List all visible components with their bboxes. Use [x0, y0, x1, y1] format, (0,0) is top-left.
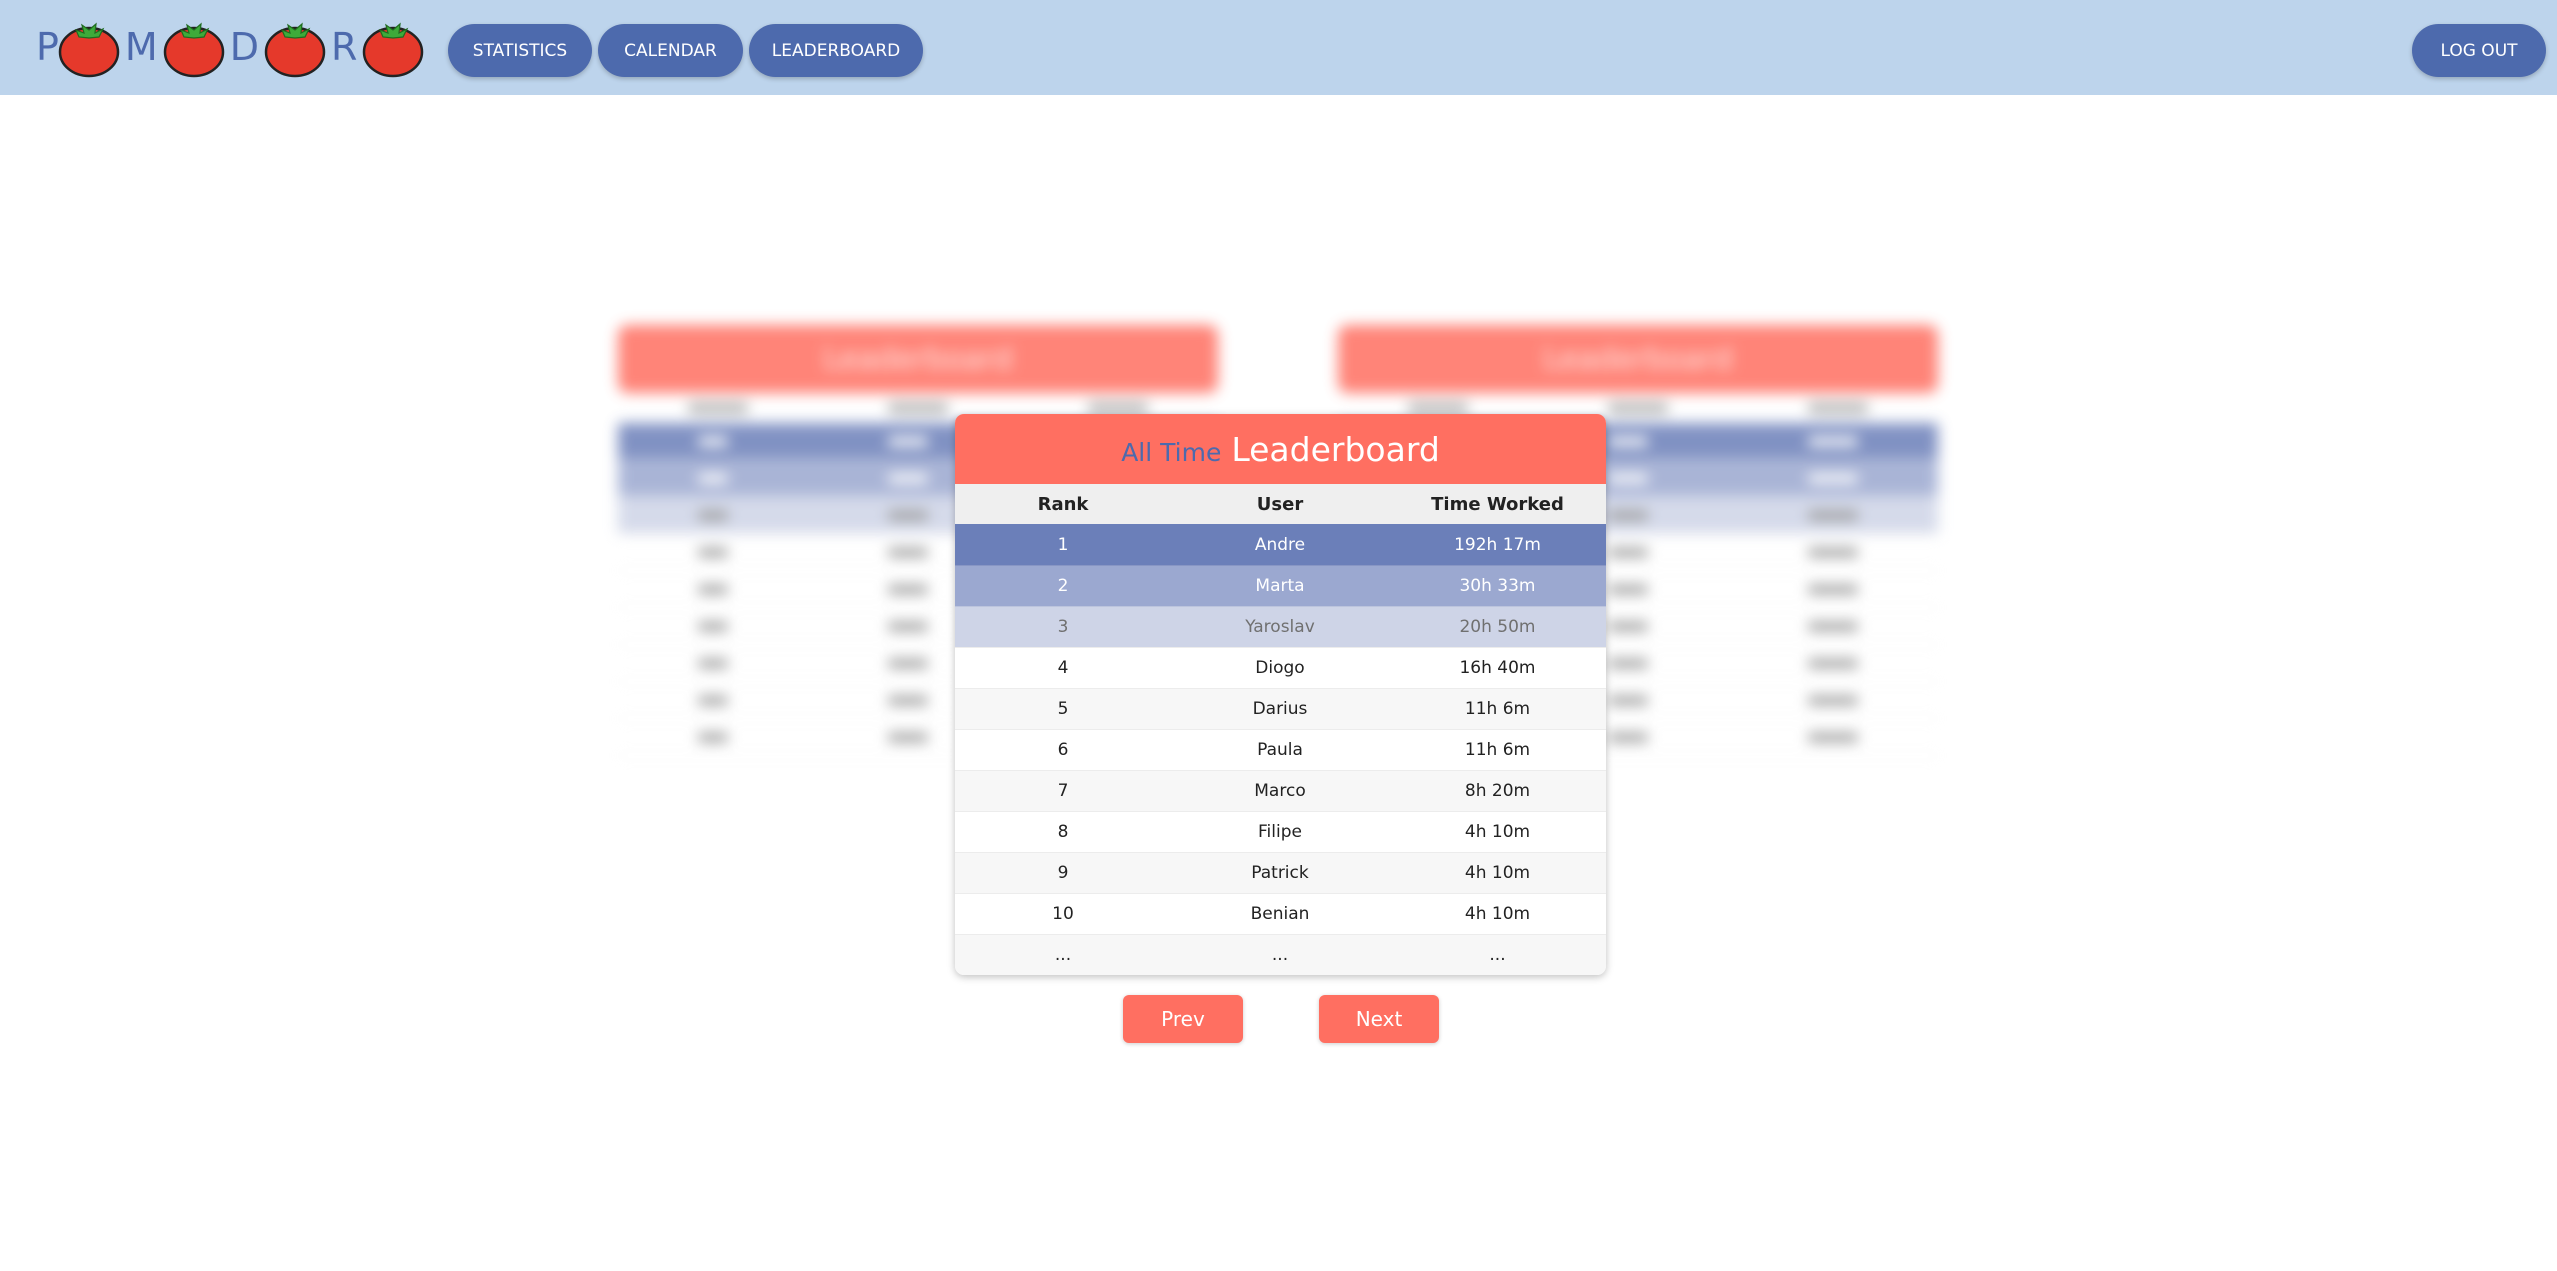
rank-cell: 1 [1057, 534, 1069, 555]
column-header-rank: Rank [1037, 493, 1089, 515]
user-cell: Paula [1257, 740, 1303, 760]
nav-calendar-button[interactable]: CALENDAR [598, 24, 743, 77]
table-row: 8 Filipe 4h 10m [955, 811, 1606, 852]
table-row: 7 Marco 8h 20m [955, 770, 1606, 811]
leaderboard-card: All Time Leaderboard Rank User Time Work… [955, 414, 1606, 975]
tomato-icon [363, 22, 424, 78]
logo-letter-d: D [229, 25, 259, 69]
time-cell: 16h 40m [1459, 658, 1536, 678]
user-cell: Diogo [1255, 658, 1305, 678]
table-row: 3 Yaroslav 20h 50m [955, 606, 1606, 647]
user-cell: Benian [1250, 904, 1310, 924]
table-header-row: Rank User Time Worked [955, 484, 1606, 524]
leaderboard-title: Leaderboard [1231, 429, 1440, 469]
time-cell: 4h 10m [1464, 904, 1531, 924]
ghost-card-title: Leaderboard [618, 325, 1218, 393]
tomato-icon [163, 22, 224, 78]
table-row: 10 Benian 4h 10m [955, 893, 1606, 934]
user-cell: Darius [1252, 699, 1308, 719]
rank-cell: 3 [1057, 617, 1069, 637]
rank-cell: 8 [1057, 822, 1069, 842]
table-row: 1 Andre 192h 17m [955, 524, 1606, 565]
pomodoro-logo[interactable]: P M D R [36, 16, 427, 78]
table-row: 9 Patrick 4h 10m [955, 852, 1606, 893]
table-row: 4 Diogo 16h 40m [955, 647, 1606, 688]
user-cell: Marco [1254, 781, 1306, 801]
column-header-user: User [1256, 493, 1304, 515]
user-cell: Filipe [1258, 822, 1302, 842]
time-cell: 4h 10m [1464, 863, 1531, 883]
user-cell: Yaroslav [1245, 617, 1315, 637]
next-button[interactable]: Next [1319, 995, 1439, 1043]
time-cell: 30h 33m [1459, 576, 1536, 596]
rank-cell: ... [1054, 945, 1072, 965]
top-navbar: P M D R STATISTICS CALENDAR LEADERBOARD … [0, 0, 2557, 95]
rank-cell: 7 [1057, 781, 1069, 801]
nav-statistics-button[interactable]: STATISTICS [448, 24, 592, 77]
tomato-icon [58, 22, 120, 78]
rank-cell: 5 [1057, 699, 1069, 719]
logo-letter-r: R [330, 25, 358, 69]
user-cell: Patrick [1251, 863, 1309, 883]
user-cell: Marta [1255, 576, 1305, 596]
table-row: 6 Paula 11h 6m [955, 729, 1606, 770]
time-cell: 20h 50m [1459, 617, 1536, 637]
table-row-ellipsis: ... ... ... [955, 934, 1606, 975]
tomato-icon [264, 22, 326, 78]
leaderboard-header: All Time Leaderboard [955, 414, 1606, 484]
logo-letter-m: M [124, 25, 158, 69]
nav-leaderboard-button[interactable]: LEADERBOARD [749, 24, 923, 77]
ghost-card-title: Leaderboard [1338, 325, 1938, 393]
rank-cell: 2 [1057, 576, 1069, 596]
rank-cell: 9 [1057, 863, 1069, 883]
user-cell: ... [1271, 945, 1289, 965]
rank-cell: 10 [1052, 904, 1074, 924]
time-cell: 192h 17m [1454, 534, 1541, 555]
prev-button[interactable]: Prev [1123, 995, 1243, 1043]
time-cell: 11h 6m [1464, 699, 1531, 719]
user-cell: Andre [1254, 534, 1306, 555]
table-row: 5 Darius 11h 6m [955, 688, 1606, 729]
table-row: 2 Marta 30h 33m [955, 565, 1606, 606]
rank-cell: 4 [1057, 658, 1069, 678]
time-cell: ... [1489, 945, 1506, 965]
time-cell: 11h 6m [1464, 740, 1531, 760]
rank-cell: 6 [1057, 740, 1069, 760]
time-cell: 8h 20m [1464, 781, 1531, 801]
logout-button[interactable]: LOG OUT [2412, 24, 2546, 77]
column-header-time: Time Worked [1431, 493, 1564, 515]
leaderboard-period: All Time [1121, 437, 1222, 467]
time-cell: 4h 10m [1464, 822, 1531, 842]
